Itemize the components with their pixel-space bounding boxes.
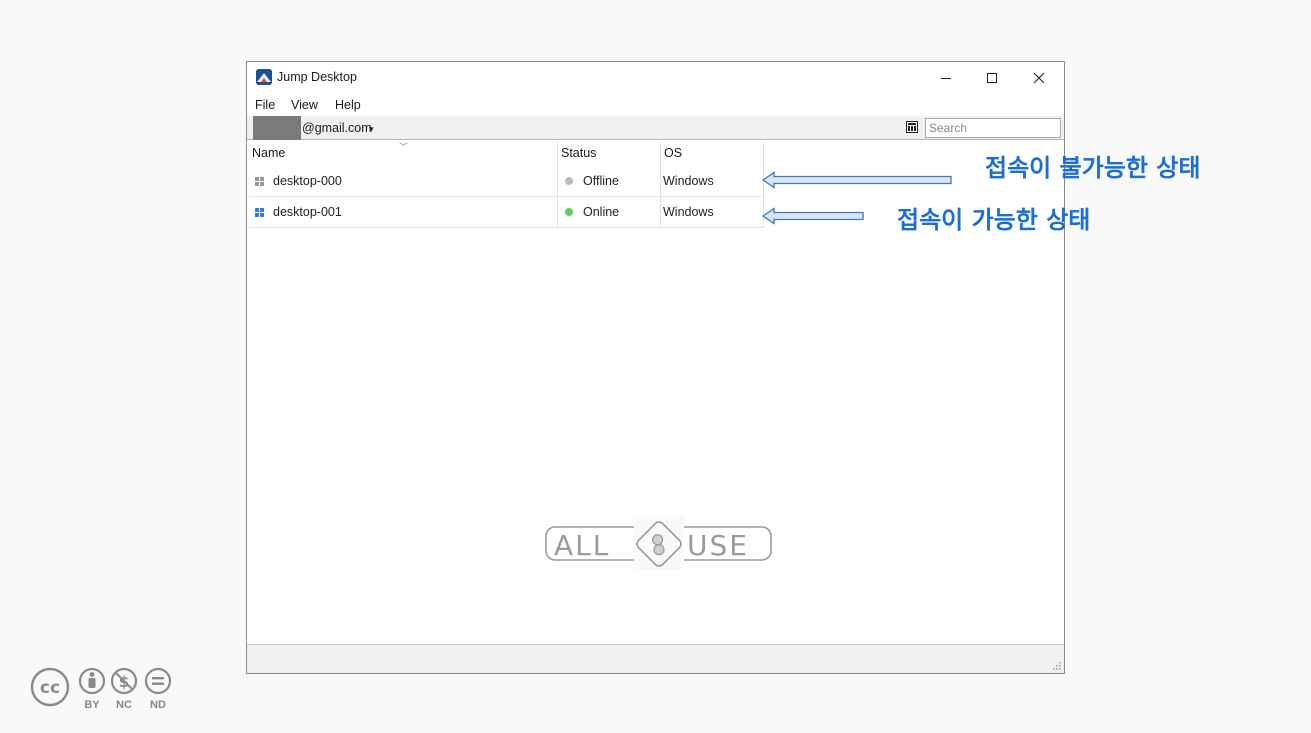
column-header-os[interactable]: OS	[664, 146, 682, 160]
close-button[interactable]	[1016, 62, 1062, 93]
allsuse-watermark-logo: ALL USE	[544, 517, 774, 578]
device-os: Windows	[663, 174, 714, 188]
account-email[interactable]: @gmail.com	[302, 121, 372, 135]
menu-help[interactable]: Help	[335, 98, 361, 112]
minimize-button[interactable]	[923, 62, 969, 93]
device-status: Offline	[583, 174, 619, 188]
watermark-right-text: USE	[687, 529, 749, 562]
title-bar[interactable]: Jump Desktop	[247, 62, 1064, 93]
device-os: Windows	[663, 205, 714, 219]
menu-view[interactable]: View	[291, 98, 318, 112]
jump-desktop-logo-icon	[256, 69, 272, 85]
device-status: Online	[583, 205, 620, 219]
table-header: Name ﹀ Status OS	[249, 142, 763, 168]
minimize-icon	[941, 77, 951, 79]
close-icon	[1033, 72, 1045, 83]
window-title: Jump Desktop	[277, 70, 357, 84]
device-name: desktop-001	[273, 205, 342, 219]
device-name: desktop-000	[273, 174, 342, 188]
menu-file[interactable]: File	[255, 98, 275, 112]
table-row[interactable]: desktop-000 Offline Windows	[249, 166, 763, 197]
status-bar	[247, 644, 1064, 673]
grid-view-icon[interactable]	[906, 121, 918, 133]
attribution-icon	[78, 667, 106, 695]
arrow-left-icon	[762, 207, 864, 225]
windows-logo-icon	[255, 177, 264, 186]
maximize-button[interactable]	[969, 62, 1015, 93]
non-commercial-icon: $	[110, 667, 138, 695]
cc-icon: cc	[30, 667, 70, 707]
redacted-username	[253, 116, 301, 140]
column-header-name[interactable]: Name	[252, 146, 285, 160]
arrow-left-icon	[762, 171, 952, 189]
no-derivatives-icon	[144, 667, 172, 695]
column-divider	[660, 142, 661, 228]
maximize-icon	[987, 72, 997, 83]
app-window: Jump Desktop File View Help @gmail.com ▾	[246, 61, 1065, 674]
search-input[interactable]	[925, 118, 1061, 138]
cc-text: cc	[40, 678, 60, 698]
sort-indicator-icon: ﹀	[399, 142, 409, 152]
watermark-left-text: ALL	[554, 529, 610, 562]
by-label: BY	[84, 699, 100, 711]
column-divider	[557, 142, 558, 228]
status-dot-icon	[565, 177, 573, 185]
column-header-status[interactable]: Status	[561, 146, 596, 160]
cc-license-badge: cc BY $ NC ND	[30, 667, 172, 711]
windows-logo-icon	[255, 208, 264, 217]
online-annotation: 접속이 가능한 상태	[897, 206, 1091, 234]
chevron-down-icon[interactable]: ▾	[369, 124, 374, 135]
nc-label: NC	[116, 699, 132, 711]
resize-grip-icon[interactable]	[1052, 661, 1061, 670]
offline-annotation: 접속이 불가능한 상태	[985, 154, 1201, 182]
table-row[interactable]: desktop-001 Online Windows	[249, 197, 763, 228]
status-dot-icon	[565, 208, 573, 216]
account-bar: @gmail.com ▾	[247, 116, 1064, 140]
nd-label: ND	[150, 699, 166, 711]
